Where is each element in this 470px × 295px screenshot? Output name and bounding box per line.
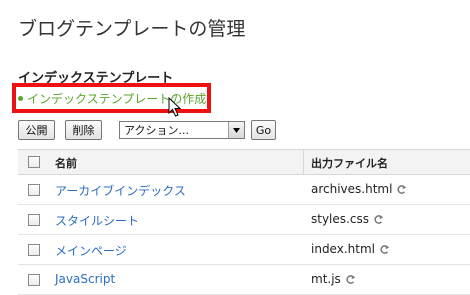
column-header-output-file[interactable]: 出力ファイル名 xyxy=(311,155,388,171)
template-name-link[interactable]: アーカイブインデックス xyxy=(55,182,186,199)
output-file-name: styles.css xyxy=(311,212,369,226)
row-checkbox[interactable] xyxy=(28,274,40,286)
column-header-name[interactable]: 名前 xyxy=(55,155,77,171)
output-file: mt.js xyxy=(311,272,356,286)
template-table: 名前 出力ファイル名 アーカイブインデックス archives.html スタイ… xyxy=(18,149,470,295)
action-select[interactable]: アクション... xyxy=(119,121,245,139)
output-file-name: archives.html xyxy=(311,182,393,196)
output-file-name: index.html xyxy=(311,242,375,256)
refresh-arrow-icon[interactable] xyxy=(373,214,384,225)
dropdown-arrow-icon[interactable] xyxy=(228,122,244,138)
select-all-checkbox[interactable] xyxy=(28,156,40,168)
row-checkbox[interactable] xyxy=(28,184,40,196)
table-row: スタイルシート styles.css xyxy=(18,205,470,235)
delete-button[interactable]: 削除 xyxy=(65,120,102,140)
output-file: styles.css xyxy=(311,212,384,226)
template-name-link[interactable]: スタイルシート xyxy=(55,212,139,229)
row-checkbox[interactable] xyxy=(28,244,40,256)
table-header: 名前 出力ファイル名 xyxy=(18,149,470,175)
table-row: メインページ index.html xyxy=(18,235,470,265)
page-title: ブログテンプレートの管理 xyxy=(18,18,246,40)
action-select-value: アクション... xyxy=(124,124,189,137)
go-button[interactable]: Go xyxy=(251,120,276,140)
output-file-name: mt.js xyxy=(311,272,341,286)
publish-button[interactable]: 公開 xyxy=(18,120,55,140)
template-name-link[interactable]: メインページ xyxy=(55,242,127,259)
template-name-link[interactable]: JavaScript xyxy=(55,272,115,286)
output-file: archives.html xyxy=(311,182,407,196)
refresh-arrow-icon[interactable] xyxy=(345,274,356,285)
table-row: JavaScript mt.js xyxy=(18,265,470,295)
refresh-arrow-icon[interactable] xyxy=(396,184,407,195)
mouse-pointer-icon xyxy=(168,96,182,121)
output-file: index.html xyxy=(311,242,390,256)
row-checkbox[interactable] xyxy=(28,214,40,226)
refresh-arrow-icon[interactable] xyxy=(379,244,390,255)
column-divider xyxy=(303,150,304,174)
table-row: アーカイブインデックス archives.html xyxy=(18,175,470,205)
